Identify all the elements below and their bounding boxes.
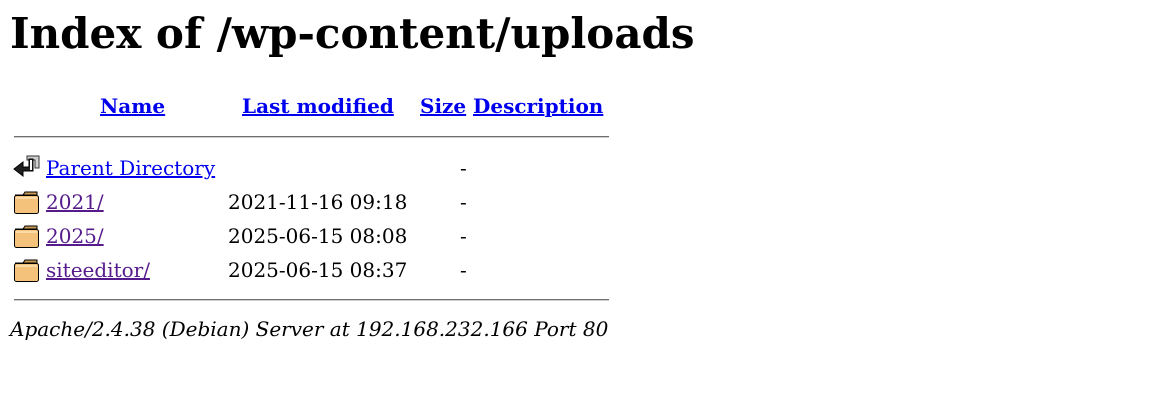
folder-link-2025[interactable]: 2025/: [46, 223, 104, 249]
list-item: Parent Directory -: [0, 153, 640, 183]
file-size: -: [460, 156, 467, 180]
back-arrow-icon: [13, 155, 41, 181]
top-divider: [14, 136, 609, 138]
folder-link-2021[interactable]: 2021/: [46, 189, 104, 215]
modified-date: 2021-11-16 09:18: [228, 190, 408, 214]
column-header-description[interactable]: Description: [473, 93, 603, 119]
file-size: -: [460, 258, 467, 282]
file-size: -: [460, 224, 467, 248]
bottom-divider: [14, 299, 609, 301]
server-signature: Apache/2.4.38 (Debian) Server at 192.168…: [10, 317, 609, 341]
folder-icon: [13, 223, 41, 249]
file-size: -: [460, 190, 467, 214]
modified-date: 2025-06-15 08:08: [228, 224, 408, 248]
folder-icon: [13, 257, 41, 283]
folder-link-siteeditor[interactable]: siteeditor/: [46, 257, 150, 283]
column-header-size[interactable]: Size: [420, 93, 466, 119]
page-title: Index of /wp-content/uploads: [10, 9, 695, 58]
folder-icon: [13, 189, 41, 215]
parent-directory-link[interactable]: Parent Directory: [46, 155, 215, 181]
column-header-name[interactable]: Name: [100, 93, 165, 119]
list-item: siteeditor/ 2025-06-15 08:37 -: [0, 255, 640, 285]
list-item: 2021/ 2021-11-16 09:18 -: [0, 187, 640, 217]
column-header-last-modified[interactable]: Last modified: [242, 93, 394, 119]
list-item: 2025/ 2025-06-15 08:08 -: [0, 221, 640, 251]
modified-date: 2025-06-15 08:37: [228, 258, 408, 282]
